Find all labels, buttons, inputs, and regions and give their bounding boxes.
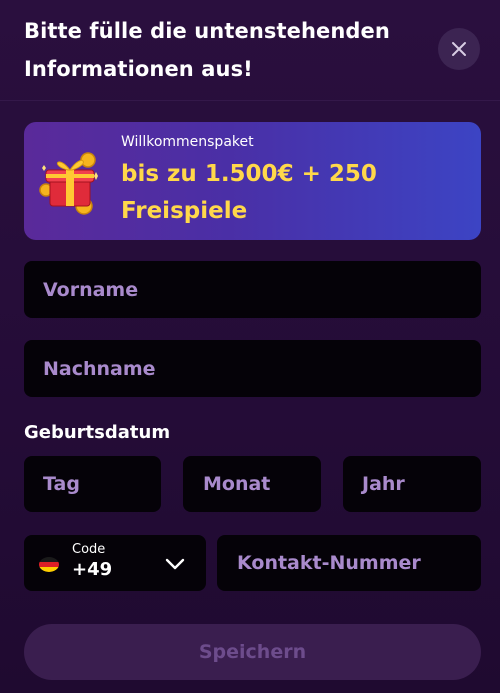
close-button[interactable]: [438, 28, 480, 70]
welcome-package-banner: Willkommenspaket bis zu 1.500€ + 250 Fre…: [24, 122, 481, 240]
phone-number-placeholder: Kontakt-Nummer: [237, 552, 421, 574]
country-code-select[interactable]: Code +49: [24, 535, 206, 591]
germany-flag-icon: [39, 557, 59, 572]
birth-month-placeholder: Monat: [203, 473, 271, 495]
last-name-field[interactable]: Nachname: [24, 340, 481, 397]
banner-headline-line-1: bis zu 1.500€ + 250: [121, 161, 377, 187]
first-name-placeholder: Vorname: [43, 278, 139, 301]
banner-headline-line-2: Freispiele: [121, 198, 248, 224]
country-code-label: Code: [72, 542, 106, 557]
birth-day-field[interactable]: Tag: [24, 456, 161, 512]
birth-day-placeholder: Tag: [43, 473, 80, 495]
phone-number-field[interactable]: Kontakt-Nummer: [217, 535, 481, 591]
birth-month-field[interactable]: Monat: [183, 456, 321, 512]
chevron-down-icon: [165, 558, 185, 570]
birth-year-placeholder: Jahr: [362, 473, 405, 495]
header-divider: [0, 100, 500, 101]
banner-headline: bis zu 1.500€ + 250 Freispiele: [121, 156, 461, 230]
birthdate-label: Geburtsdatum: [24, 422, 171, 443]
save-button[interactable]: Speichern: [24, 624, 481, 680]
banner-subtitle: Willkommenspaket: [121, 134, 254, 150]
page-title-line-2: Informationen aus!: [24, 57, 253, 81]
gift-icon: [39, 152, 98, 215]
page-title-line-1: Bitte fülle die untenstehenden: [24, 19, 390, 43]
country-code-value: +49: [72, 559, 113, 580]
form-header: Bitte fülle die untenstehenden Informati…: [24, 12, 424, 88]
birth-year-field[interactable]: Jahr: [343, 456, 481, 512]
first-name-field[interactable]: Vorname: [24, 261, 481, 318]
close-icon: [452, 42, 466, 56]
last-name-placeholder: Nachname: [43, 357, 156, 380]
